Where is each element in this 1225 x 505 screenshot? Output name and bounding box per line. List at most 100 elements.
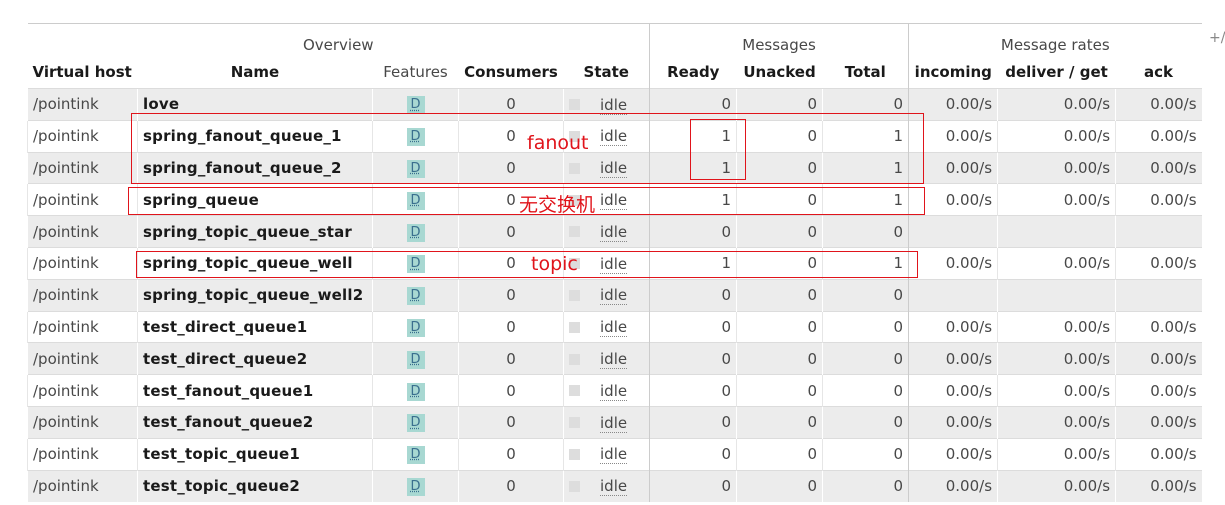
deliver-get-rate-cell: 0.00/s (997, 183, 1116, 216)
vhost-cell: /pointink (27, 151, 138, 184)
state-indicator-icon (569, 353, 580, 365)
state-cell: idle (562, 310, 651, 343)
state-cell: idle (562, 374, 651, 407)
column-toggle-button[interactable]: +/- (1209, 30, 1225, 46)
feature-cell: D (372, 437, 459, 471)
vhost-cell: /pointink (27, 183, 138, 216)
unacked-cell: 0 (736, 278, 823, 312)
deliver-get-rate-cell: 0.00/s (997, 374, 1116, 407)
unacked-cell: 0 (736, 437, 823, 471)
total-cell: 0 (822, 342, 910, 375)
queue-name-link[interactable]: test_topic_queue2 (137, 469, 373, 502)
total-cell: 0 (822, 374, 910, 407)
total-cell: 0 (822, 215, 910, 248)
col-unacked[interactable]: Unacked (737, 55, 823, 89)
col-consumers[interactable]: Consumers (459, 55, 564, 89)
unacked-cell: 0 (736, 469, 823, 502)
queue-name-link[interactable]: test_topic_queue1 (137, 437, 373, 471)
unacked-cell: 0 (736, 405, 823, 439)
ack-rate-cell: 0.00/s (1115, 151, 1202, 184)
state-text: idle (600, 477, 628, 497)
col-deliver-get[interactable]: deliver / get (998, 55, 1116, 89)
table-row[interactable]: /pointink test_direct_queue1 D 0 idle 0 0 0 0.00… (27, 310, 1202, 343)
messages-group-header: Messages (649, 23, 910, 55)
state-cell: idle (562, 405, 651, 439)
total-cell: 0 (822, 310, 910, 343)
col-total[interactable]: Total (822, 55, 910, 89)
table-row[interactable]: /pointink test_topic_queue2 D 0 idle 0 0 0 0.00/… (27, 469, 1202, 502)
vhost-cell: /pointink (27, 215, 138, 248)
incoming-rate-cell (908, 278, 998, 312)
queue-name-link[interactable]: spring_topic_queue_well2 (137, 278, 373, 312)
table-row[interactable]: /pointink spring_topic_queue_star D 0 idle 0 0… (27, 215, 1202, 248)
ack-rate-cell: 0.00/s (1115, 246, 1202, 280)
deliver-get-rate-cell: 0.00/s (997, 405, 1116, 439)
state-text: idle (600, 381, 628, 401)
incoming-rate-cell: 0.00/s (908, 246, 998, 280)
col-incoming[interactable]: incoming (909, 55, 998, 89)
col-features: Features (383, 62, 448, 81)
ready-cell: 0 (649, 310, 737, 343)
table-row[interactable]: /pointink test_fanout_queue2 D 0 idle 0 0 0 0.00… (27, 405, 1202, 439)
consumers-cell: 0 (458, 215, 564, 248)
state-indicator-icon (569, 385, 580, 397)
queue-name-link[interactable]: spring_topic_queue_star (137, 215, 373, 248)
durable-feature-badge: D (406, 96, 425, 115)
total-cell: 0 (822, 278, 910, 312)
total-cell: 0 (822, 437, 910, 471)
col-state[interactable]: State (563, 55, 651, 89)
vhost-cell: /pointink (27, 88, 138, 121)
feature-cell: D (372, 405, 459, 439)
state-cell: idle (562, 469, 651, 502)
vhost-cell: /pointink (27, 119, 138, 153)
vhost-cell: /pointink (27, 437, 138, 471)
durable-feature-badge: D (406, 446, 425, 465)
col-ready[interactable]: Ready (650, 55, 737, 89)
incoming-rate-cell: 0.00/s (908, 405, 998, 439)
col-virtual-host[interactable]: Virtual host (28, 55, 138, 89)
table-row[interactable]: /pointink test_direct_queue2 D 0 idle 0 0 0 0.00… (27, 342, 1202, 375)
state-text: idle (600, 445, 628, 465)
vhost-cell: /pointink (27, 469, 138, 502)
state-text: idle (600, 95, 628, 115)
ready-cell: 0 (649, 278, 737, 312)
group-header-row: Overview Messages Message rates (27, 23, 1202, 55)
queue-name-link[interactable]: test_direct_queue1 (137, 310, 373, 343)
deliver-get-rate-cell: 0.00/s (997, 469, 1116, 502)
ack-rate-cell: 0.00/s (1115, 405, 1202, 439)
state-text: idle (600, 318, 628, 338)
vhost-cell: /pointink (27, 405, 138, 439)
table-row[interactable]: /pointink test_topic_queue1 D 0 idle 0 0 0 0.00/… (27, 437, 1202, 471)
col-name[interactable]: Name (138, 55, 373, 89)
vhost-cell: /pointink (27, 374, 138, 407)
ready-cell: 0 (649, 374, 737, 407)
unacked-cell: 0 (736, 342, 823, 375)
consumers-cell: 0 (458, 310, 564, 343)
deliver-get-rate-cell: 0.00/s (997, 88, 1116, 121)
ack-rate-cell: 0.00/s (1115, 310, 1202, 343)
state-text: idle (600, 350, 628, 370)
ready-cell: 0 (649, 342, 737, 375)
state-indicator-icon (569, 226, 580, 238)
consumers-cell: 0 (458, 374, 564, 407)
col-ack[interactable]: ack (1116, 55, 1202, 89)
ack-rate-cell: 0.00/s (1115, 374, 1202, 407)
ack-rate-cell: 0.00/s (1115, 88, 1202, 121)
ack-rate-cell: 0.00/s (1115, 342, 1202, 375)
ack-rate-cell: 0.00/s (1115, 437, 1202, 471)
ready-highlight-box (690, 119, 746, 180)
queue-name-link[interactable]: test_fanout_queue2 (137, 405, 373, 439)
feature-cell: D (372, 278, 459, 312)
queue-name-link[interactable]: test_fanout_queue1 (137, 374, 373, 407)
incoming-rate-cell (908, 215, 998, 248)
queue-name-link[interactable]: test_direct_queue2 (137, 342, 373, 375)
table-row[interactable]: /pointink spring_topic_queue_well2 D 0 idle 0… (27, 278, 1202, 312)
ready-cell: 0 (649, 469, 737, 502)
feature-cell: D (372, 374, 459, 407)
topic-annotation-box (136, 251, 918, 278)
table-row[interactable]: /pointink test_fanout_queue1 D 0 idle 0 0 0 0.00… (27, 374, 1202, 407)
vhost-cell: /pointink (27, 310, 138, 343)
state-indicator-icon (569, 480, 580, 492)
overview-group-header: Overview (27, 23, 651, 55)
consumers-cell: 0 (458, 469, 564, 502)
